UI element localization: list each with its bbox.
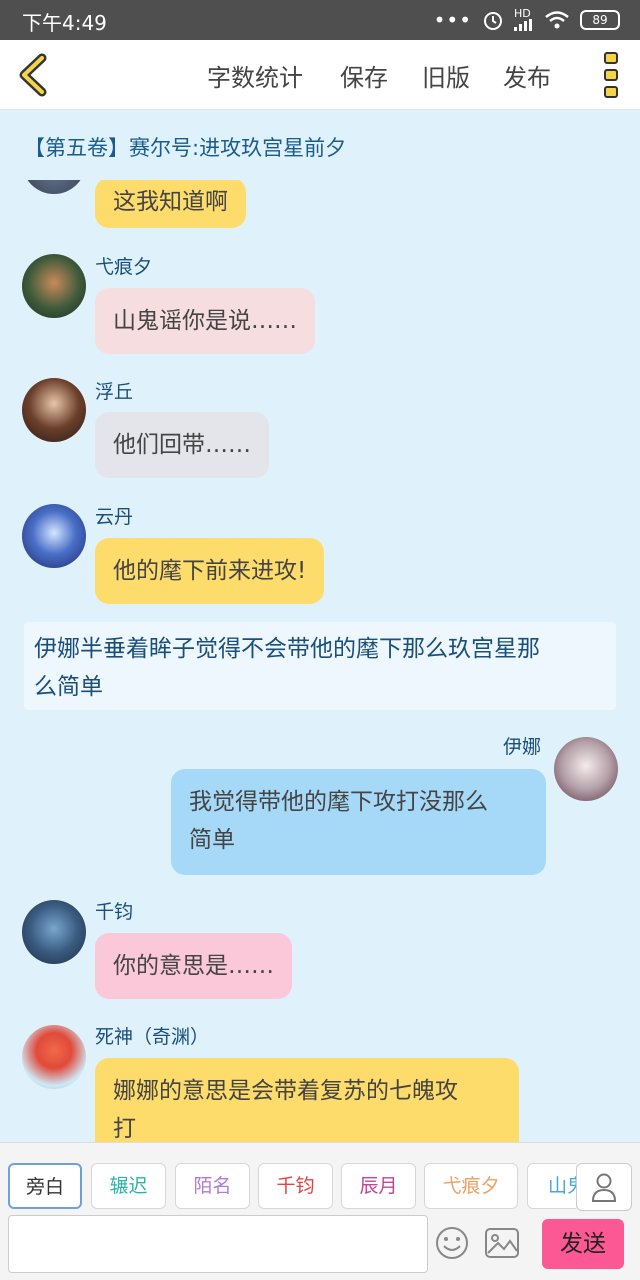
- back-button[interactable]: [12, 52, 56, 98]
- character-chip[interactable]: 辗迟: [91, 1163, 166, 1209]
- person-icon: [591, 1173, 617, 1202]
- publish-button[interactable]: 发布: [503, 58, 551, 93]
- sender-name: 弋痕夕: [95, 256, 153, 278]
- character-chip[interactable]: 陌名: [175, 1163, 250, 1209]
- message-line: 娜娜的意思是会带着复苏的七魄攻: [113, 1078, 458, 1104]
- send-button[interactable]: 发送: [542, 1219, 624, 1269]
- sender-name: 千钧: [95, 901, 134, 923]
- save-button[interactable]: 保存: [340, 58, 388, 93]
- message-input[interactable]: [8, 1215, 428, 1273]
- menu-dot-icon: [604, 69, 618, 81]
- message-bubble[interactable]: 这我知道啊: [95, 180, 246, 228]
- signal-icon: HD: [514, 7, 534, 31]
- status-icons: ••• HD 89: [434, 8, 620, 32]
- menu-dot-icon: [604, 86, 618, 98]
- emoji-icon[interactable]: [434, 1225, 470, 1261]
- status-bar: 下午4:49 ••• HD 89: [0, 0, 640, 40]
- image-icon[interactable]: [484, 1227, 520, 1259]
- character-manage-button[interactable]: [576, 1163, 632, 1211]
- message-bubble[interactable]: 他的麾下前来进攻!: [95, 538, 325, 604]
- avatar[interactable]: [22, 1025, 86, 1089]
- message-line: 打: [113, 1116, 136, 1142]
- chat-list[interactable]: 这我知道啊 弋痕夕 山鬼谣你是说…… 浮丘 他们回带…… 云丹 他的麾下前来进攻…: [0, 180, 640, 1142]
- message-bubble[interactable]: 我觉得带他的麾下攻打没那么 简单: [171, 769, 546, 875]
- sender-name: 伊娜: [503, 736, 542, 758]
- message-bubble[interactable]: 山鬼谣你是说……: [95, 288, 315, 354]
- character-chip-narrator[interactable]: 旁白: [8, 1163, 82, 1209]
- character-chip[interactable]: 辰月: [341, 1163, 416, 1209]
- editor-toolbar: 字数统计 保存 旧版 发布: [0, 40, 640, 110]
- character-chip[interactable]: 千钧: [258, 1163, 333, 1209]
- more-menu-button[interactable]: [604, 52, 620, 98]
- avatar[interactable]: [22, 180, 86, 194]
- message-bubble[interactable]: 他们回带……: [95, 412, 269, 478]
- sender-name: 云丹: [95, 506, 134, 528]
- network-label: HD: [514, 7, 531, 20]
- avatar[interactable]: [22, 504, 86, 568]
- avatar[interactable]: [554, 737, 618, 801]
- narration-block[interactable]: 伊娜半垂着眸子觉得不会带他的麾下那么玖宫星那 么简单: [24, 622, 616, 710]
- word-count-button[interactable]: 字数统计: [207, 58, 303, 93]
- battery-icon: 89: [580, 10, 620, 30]
- status-time: 下午4:49: [22, 11, 107, 35]
- wifi-icon: [545, 11, 569, 29]
- sender-name: 死神（奇渊）: [95, 1026, 210, 1048]
- message-line: 简单: [189, 827, 235, 853]
- character-chip[interactable]: 山鬼: [527, 1163, 576, 1209]
- alarm-icon: [484, 12, 502, 30]
- avatar[interactable]: [22, 900, 86, 964]
- message-bubble[interactable]: 娜娜的意思是会带着复苏的七魄攻 打: [95, 1058, 519, 1142]
- sender-name: 浮丘: [95, 381, 134, 403]
- character-selector[interactable]: 旁白 辗迟 陌名 千钧 辰月 弋痕夕 山鬼: [8, 1163, 576, 1211]
- chapter-title: 【第五卷】赛尔号:进攻玖宫星前夕: [24, 136, 347, 160]
- message-line: 我觉得带他的麾下攻打没那么: [189, 789, 488, 815]
- avatar[interactable]: [22, 254, 86, 318]
- more-notifications-icon: •••: [433, 8, 472, 32]
- narration-line: 伊娜半垂着眸子觉得不会带他的麾下那么玖宫星那: [34, 636, 540, 662]
- menu-dot-icon: [604, 52, 618, 64]
- character-chip[interactable]: 弋痕夕: [424, 1163, 518, 1209]
- narration-line: 么简单: [34, 674, 103, 700]
- avatar[interactable]: [22, 378, 86, 442]
- compose-panel: 旁白 辗迟 陌名 千钧 辰月 弋痕夕 山鬼 发送: [0, 1142, 640, 1280]
- old-version-button[interactable]: 旧版: [422, 58, 470, 93]
- message-bubble[interactable]: 你的意思是……: [95, 933, 292, 999]
